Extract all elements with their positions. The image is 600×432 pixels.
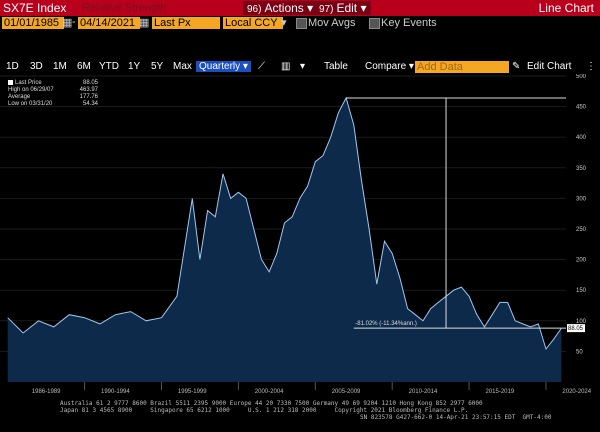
footer-line-1: Australia 61 2 9777 8600 Brazil 5511 239… [60, 400, 483, 407]
compare-button[interactable]: Compare ▾ [365, 61, 414, 72]
footer: Australia 61 2 9777 8600 Brazil 5511 239… [0, 398, 600, 432]
x-tick-label: 1990-1994 [101, 389, 130, 395]
change-annotation: -81.02% (-11.34%ann.) [355, 321, 417, 327]
key-events-checkbox[interactable] [369, 18, 380, 29]
chart-options-icon[interactable]: ⋮ [586, 61, 596, 72]
price-field-select[interactable]: Last Px [152, 17, 220, 29]
frequency-label: Quarterly [199, 61, 241, 72]
edit-chart-button[interactable]: Edit Chart [527, 61, 571, 72]
x-tick-label: 2000-2004 [255, 389, 284, 395]
legend-swatch [8, 80, 13, 85]
legend-last-price-label: Last Price [15, 80, 42, 87]
edit-menu[interactable]: 97) Edit ▾ [315, 1, 371, 15]
mov-avgs-label: Mov Avgs [308, 17, 356, 29]
legend-average-label: Average [8, 94, 31, 101]
calendar-icon-end[interactable]: ▦ [139, 16, 149, 29]
compare-label: Compare [365, 61, 407, 72]
add-data-input[interactable]: Add Data [415, 61, 509, 73]
toolbar-row: 1D 3D 1M 6M YTD 1Y 5Y Max Quarterly ▾ ⟋ … [0, 60, 600, 74]
relative-strength-tag: Relative Strength [82, 2, 167, 14]
y-tick-label: 200 [576, 258, 587, 264]
last-value-tag: 88.05 [568, 326, 584, 332]
chart-area: -81.02% (-11.34%ann.) 50 100 150 200 250 300 35… [0, 74, 600, 397]
actions-num: 96) [247, 4, 262, 15]
currency-select[interactable]: Local CCY [223, 17, 283, 29]
range-3d[interactable]: 3D [30, 61, 43, 72]
table-button[interactable]: Table [324, 61, 348, 72]
legend-last-price: Last Price 88.05 [8, 80, 98, 87]
y-tick-label: 100 [576, 319, 587, 325]
legend-high-value: 463.97 [79, 87, 98, 94]
x-tick-label: 1995-1999 [178, 389, 207, 395]
legend-average: Average 177.76 [8, 94, 98, 101]
legend-high: High on 06/29/07 463.97 [8, 87, 98, 94]
date-separator: - [72, 16, 76, 28]
y-tick-label: 500 [576, 74, 587, 80]
currency-dropdown-icon[interactable]: ▾ [281, 16, 287, 29]
actions-label: Actions [264, 1, 304, 15]
legend: Last Price 88.05 High on 06/29/07 463.97 A… [8, 80, 98, 108]
range-1m[interactable]: 1M [53, 61, 67, 72]
actions-menu[interactable]: 96) Actions ▾ [243, 1, 318, 15]
footer-line-2: Japan 81 3 4565 8900 Singapore 65 6212 1… [60, 407, 469, 414]
legend-low-label: Low on 03/31/20 [8, 101, 53, 108]
price-area [7, 98, 562, 382]
chart-type-dropdown-icon[interactable]: ▾ [300, 61, 305, 72]
x-tick-label: 2010-2014 [409, 389, 438, 395]
frequency-select[interactable]: Quarterly ▾ [196, 61, 251, 72]
legend-average-value: 177.76 [79, 94, 98, 101]
edit-label: Edit [336, 1, 358, 15]
calendar-icon[interactable]: ▦ [62, 16, 72, 29]
y-tick-label: 300 [576, 196, 587, 202]
key-events-label: Key Events [381, 17, 437, 29]
line-chart: -81.02% (-11.34%ann.) 50 100 150 200 250 300 35… [0, 74, 592, 395]
range-1d[interactable]: 1D [6, 61, 19, 72]
end-date-field[interactable]: 04/14/2021 [78, 17, 140, 29]
y-tick-label: 50 [576, 349, 583, 355]
title-bar: SX7E Index Relative Strength 96) Actions … [0, 0, 600, 16]
mov-avgs-checkbox[interactable] [296, 18, 307, 29]
controls-row: 01/01/1985 ▦ - 04/14/2021 ▦ Last Px Loca… [0, 16, 600, 30]
start-date-field[interactable]: 01/01/1985 [2, 17, 64, 29]
x-tick-label: 2015-2019 [486, 389, 515, 395]
range-ytd[interactable]: YTD [99, 61, 119, 72]
x-tick-label: 2005-2009 [332, 389, 361, 395]
legend-low-value: 54.34 [82, 101, 98, 108]
y-tick-label: 250 [576, 227, 587, 233]
legend-last-price-value: 88.05 [82, 80, 98, 86]
y-tick-label: 150 [576, 288, 587, 294]
y-tick-label: 350 [576, 166, 587, 172]
bar-chart-icon[interactable]: ▥ [281, 61, 290, 72]
edit-chart-icon[interactable]: ✎ [512, 61, 520, 72]
range-1y[interactable]: 1Y [128, 61, 140, 72]
ticker-label[interactable]: SX7E Index [3, 1, 66, 15]
chart-type-title: Line Chart [538, 1, 594, 15]
line-style-icon[interactable]: ⟋ [258, 61, 265, 72]
y-tick-label: 400 [576, 135, 587, 141]
y-tick-label: 450 [576, 105, 587, 111]
edit-num: 97) [319, 4, 334, 15]
legend-low: Low on 03/31/20 54.34 [8, 101, 98, 108]
range-max[interactable]: Max [173, 61, 192, 72]
range-6m[interactable]: 6M [77, 61, 91, 72]
x-tick-label: 1986-1989 [32, 389, 61, 395]
legend-high-label: High on 06/29/07 [8, 87, 54, 94]
x-tick-label: 2020-2024 [562, 389, 591, 395]
range-5y[interactable]: 5Y [151, 61, 163, 72]
footer-line-3: SN 823578 G427-662-0 14-Apr-21 23:57:15 … [360, 414, 552, 421]
